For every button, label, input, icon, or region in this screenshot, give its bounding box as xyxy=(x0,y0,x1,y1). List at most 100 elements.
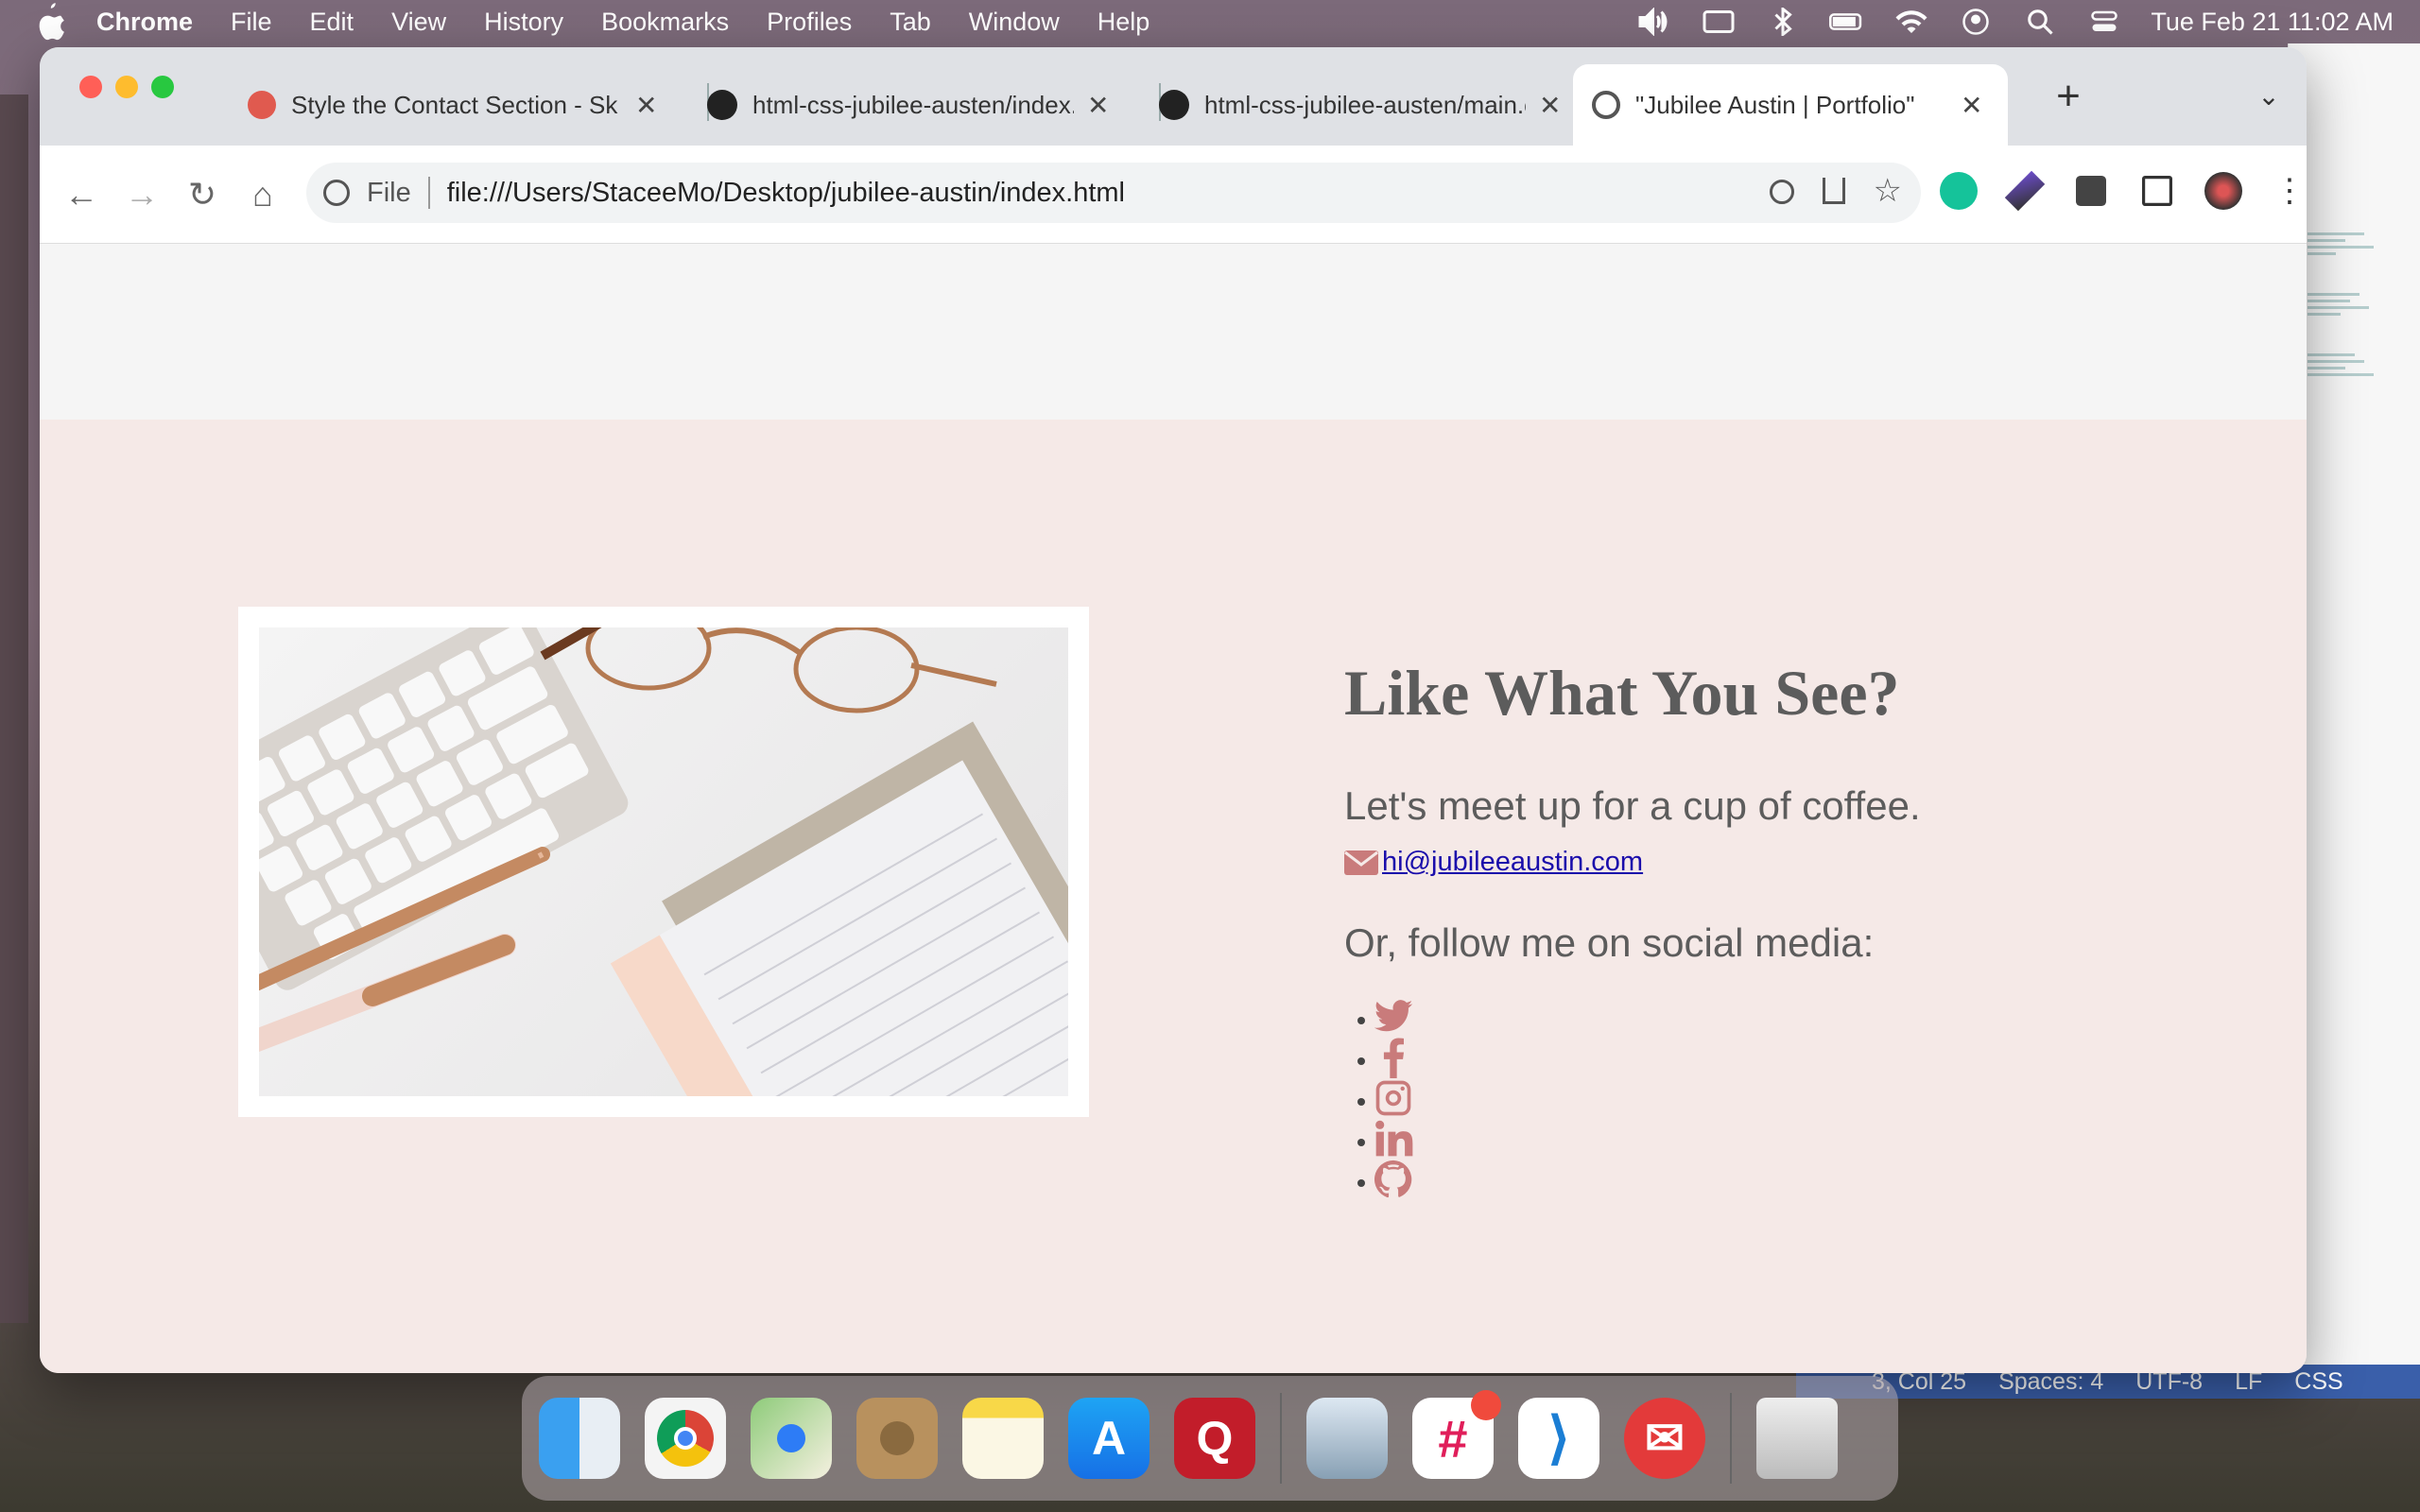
twitter-icon[interactable] xyxy=(1373,996,1414,1038)
bluetooth-icon[interactable] xyxy=(1765,8,1801,36)
menu-app-name[interactable]: Chrome xyxy=(96,8,193,37)
dock: A Q # ⟩ ✉ xyxy=(522,1376,1898,1501)
close-window-button[interactable] xyxy=(79,76,102,98)
home-icon[interactable]: ⌂ xyxy=(242,174,284,215)
menu-profiles[interactable]: Profiles xyxy=(767,8,852,37)
preview-icon[interactable] xyxy=(1306,1398,1388,1479)
tab-title: html-css-jubilee-austen/main.c xyxy=(1204,90,1526,119)
address-scheme-label: File xyxy=(367,177,411,208)
site-info-icon[interactable] xyxy=(323,180,350,206)
mail-icon[interactable]: ✉ xyxy=(1624,1398,1705,1479)
quicken-icon[interactable]: Q xyxy=(1174,1398,1255,1479)
menu-file[interactable]: File xyxy=(231,8,272,37)
globe-favicon-icon xyxy=(1592,91,1620,119)
notes-icon[interactable] xyxy=(962,1398,1044,1479)
profile-avatar[interactable] xyxy=(2204,172,2242,210)
tab-search-chevron-down-icon[interactable]: ⌄ xyxy=(2248,76,2290,117)
zoom-window-button[interactable] xyxy=(151,76,174,98)
more-menu-icon[interactable]: ⋮ xyxy=(2271,172,2307,210)
tab-strip: Style the Contact Section - Sk ✕ html-cs… xyxy=(40,47,2307,146)
tab-github-main-css[interactable]: html-css-jubilee-austen/main.c ✕ xyxy=(1140,64,1598,146)
share-icon[interactable] xyxy=(1823,178,1845,204)
menu-edit[interactable]: Edit xyxy=(310,8,354,37)
vscode-icon[interactable]: ⟩ xyxy=(1518,1398,1599,1479)
menu-view[interactable]: View xyxy=(391,8,446,37)
background-code-editor xyxy=(2288,43,2420,1366)
social-item-twitter[interactable] xyxy=(1357,996,1414,1038)
menu-tab[interactable]: Tab xyxy=(890,8,931,37)
bookmark-star-icon[interactable]: ☆ xyxy=(1874,172,1902,210)
notification-badge xyxy=(1471,1390,1501,1420)
github-icon[interactable] xyxy=(1373,1159,1414,1200)
github-favicon-icon xyxy=(707,90,737,120)
tab-title: Style the Contact Section - Sk xyxy=(291,90,618,119)
social-item-instagram[interactable] xyxy=(1357,1077,1414,1119)
coffee-invite-text: Let's meet up for a cup of coffee. xyxy=(1344,783,1921,828)
minimize-window-button[interactable] xyxy=(115,76,138,98)
close-tab-icon[interactable]: ✕ xyxy=(1961,90,1982,121)
close-tab-icon[interactable]: ✕ xyxy=(1539,90,1561,121)
social-follow-text: Or, follow me on social media: xyxy=(1344,920,1875,965)
control-center-icon[interactable] xyxy=(2086,8,2122,36)
side-panel-icon[interactable] xyxy=(2142,176,2172,206)
extensions-puzzle-icon[interactable] xyxy=(2076,176,2106,206)
instagram-icon[interactable] xyxy=(1373,1077,1414,1119)
address-divider xyxy=(427,177,430,209)
close-tab-icon[interactable]: ✕ xyxy=(635,90,657,121)
contact-photo-frame xyxy=(238,607,1089,1117)
grammarly-icon[interactable] xyxy=(1940,172,1978,210)
new-tab-button[interactable]: + xyxy=(2048,76,2089,117)
social-item-facebook[interactable] xyxy=(1357,1037,1414,1078)
menu-window[interactable]: Window xyxy=(969,8,1060,37)
apple-logo-icon[interactable] xyxy=(34,3,66,41)
facebook-icon[interactable] xyxy=(1373,1037,1414,1078)
contact-section: Like What You See? Let's meet up for a c… xyxy=(40,420,2307,1373)
menubar-clock[interactable]: Tue Feb 21 11:02 AM xyxy=(2151,8,2394,37)
reload-icon[interactable]: ↻ xyxy=(182,174,223,215)
dock-separator xyxy=(1730,1393,1732,1484)
desktop-background-strip xyxy=(0,94,28,1323)
display-icon[interactable] xyxy=(1701,8,1737,36)
tab-github-index[interactable]: html-css-jubilee-austen/index. ✕ xyxy=(688,64,1142,146)
linkedin-icon[interactable] xyxy=(1373,1118,1414,1160)
menu-bookmarks[interactable]: Bookmarks xyxy=(601,8,729,37)
menu-bar: Chrome File Edit View History Bookmarks … xyxy=(0,0,2420,43)
email-row: hi@jubileeaustin.com xyxy=(1344,847,1643,878)
address-url[interactable]: file:///Users/StaceeMo/Desktop/jubilee-a… xyxy=(447,178,1125,209)
browser-toolbar: ← → ↻ ⌂ File file:///Users/StaceeMo/Desk… xyxy=(40,146,2307,244)
back-arrow-icon[interactable]: ← xyxy=(60,174,102,215)
finder-icon[interactable] xyxy=(539,1398,620,1479)
extensions-area: ⋮ xyxy=(1940,170,2307,212)
social-item-linkedin[interactable] xyxy=(1357,1118,1414,1160)
desk-workspace-photo xyxy=(259,627,1068,1096)
tab-skillcrush[interactable]: Style the Contact Section - Sk ✕ xyxy=(229,64,692,146)
app-store-icon[interactable]: A xyxy=(1068,1398,1150,1479)
web-page: Like What You See? Let's meet up for a c… xyxy=(40,244,2307,1373)
contact-heading: Like What You See? xyxy=(1344,657,1900,729)
forward-arrow-icon[interactable]: → xyxy=(121,174,163,215)
spotlight-search-icon[interactable] xyxy=(2022,8,2058,36)
user-account-icon[interactable] xyxy=(1958,8,1994,36)
github-favicon-icon xyxy=(1159,90,1189,120)
menu-history[interactable]: History xyxy=(484,8,563,37)
skillcrush-favicon-icon xyxy=(248,91,276,119)
battery-icon[interactable] xyxy=(1829,8,1865,36)
color-picker-icon[interactable] xyxy=(2004,170,2046,212)
menu-help[interactable]: Help xyxy=(1098,8,1150,37)
tab-portfolio-active[interactable]: "Jubilee Austin | Portfolio" ✕ xyxy=(1573,64,2008,146)
chrome-icon[interactable] xyxy=(645,1398,726,1479)
email-link[interactable]: hi@jubileeaustin.com xyxy=(1382,847,1643,878)
browser-window: Style the Contact Section - Sk ✕ html-cs… xyxy=(40,47,2307,1373)
social-item-github[interactable] xyxy=(1357,1159,1414,1200)
tab-title: html-css-jubilee-austen/index. xyxy=(752,90,1074,119)
wifi-icon[interactable] xyxy=(1893,8,1929,36)
contacts-icon[interactable] xyxy=(856,1398,938,1479)
maps-icon[interactable] xyxy=(751,1398,832,1479)
zoom-icon[interactable] xyxy=(1770,180,1794,204)
volume-icon[interactable] xyxy=(1636,8,1672,36)
trash-icon[interactable] xyxy=(1756,1398,1838,1479)
window-controls xyxy=(79,76,174,98)
address-bar[interactable]: File file:///Users/StaceeMo/Desktop/jubi… xyxy=(306,163,1921,223)
close-tab-icon[interactable]: ✕ xyxy=(1087,90,1109,121)
slack-icon[interactable]: # xyxy=(1412,1390,1501,1479)
